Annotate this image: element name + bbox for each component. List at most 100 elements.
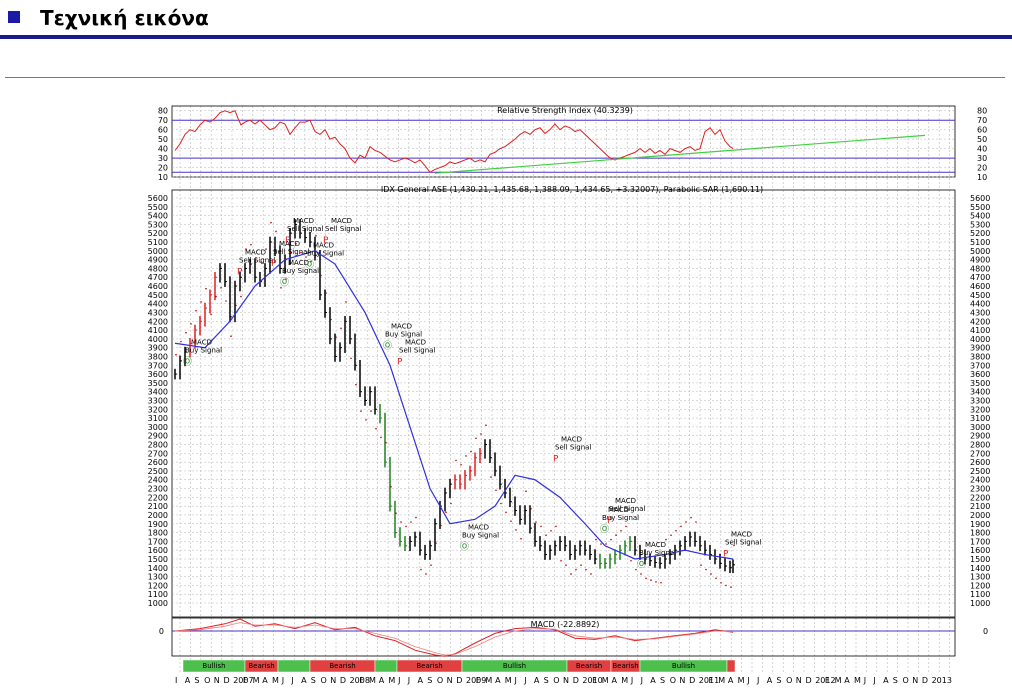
price-tick-left: 2900 (148, 432, 168, 441)
x-tick-label: J (872, 676, 875, 685)
annotation-label: Buy Signal (462, 531, 499, 539)
price-tick-left: 1800 (148, 529, 168, 538)
sell-marker: P (323, 236, 329, 246)
price-tick-right: 5100 (970, 238, 990, 247)
price-tick-left: 3800 (148, 352, 168, 361)
price-tick-right: 1500 (970, 555, 990, 564)
price-tick-left: 5400 (148, 212, 168, 221)
x-tick-label: D (456, 676, 462, 685)
price-tick-left: 2500 (148, 467, 168, 476)
sar-dot (205, 287, 207, 290)
rsi-tick-left: 40 (158, 145, 168, 154)
sar-dot (375, 427, 377, 430)
trend-segment-label: Bearish (416, 662, 442, 670)
sar-dot (435, 542, 437, 544)
price-tick-right: 2300 (970, 485, 990, 494)
annotation-label: MACD (645, 541, 666, 549)
price-tick-right: 3700 (970, 361, 990, 370)
sar-dot (450, 502, 452, 505)
sar-dot (410, 521, 412, 523)
buy-marker: Ⓞ (305, 260, 314, 271)
sar-dot (480, 433, 482, 435)
sar-dot (680, 525, 682, 528)
sar-dot (335, 336, 337, 338)
sar-dot (695, 521, 697, 523)
x-tick-label: A (418, 676, 424, 685)
price-tick-right: 1300 (970, 573, 990, 582)
sar-dot (575, 568, 577, 571)
sar-dot (595, 538, 597, 541)
annotation-label: Sell Signal (725, 538, 761, 546)
price-tick-right: 3800 (970, 352, 990, 361)
price-tick-left: 3600 (148, 370, 168, 379)
sar-dot (385, 441, 387, 444)
macd-tick-left: 0 (159, 627, 164, 636)
rsi-tick-left: 20 (158, 164, 168, 173)
sar-dot (430, 564, 432, 566)
sar-dot (240, 295, 242, 298)
price-tick-right: 1600 (970, 546, 990, 555)
price-tick-right: 4500 (970, 291, 990, 300)
x-tick-label: S (660, 676, 665, 685)
price-tick-right: 5600 (970, 194, 990, 203)
annotation-label: MACD (191, 338, 212, 346)
sar-dot (670, 534, 672, 537)
x-tick-label: M (738, 676, 745, 685)
annotation-label: Sell Signal (325, 225, 361, 233)
rsi-label: Relative Strength Index (40.3239) (497, 106, 633, 115)
sar-dot (485, 424, 487, 426)
rsi-tick-right: 50 (977, 135, 987, 144)
price-tick-left: 5500 (148, 203, 168, 212)
price-tick-left: 3900 (148, 344, 168, 353)
sar-dot (350, 357, 352, 360)
rsi-tick-left: 10 (158, 173, 168, 182)
sar-dot (200, 301, 202, 303)
sar-dot (210, 313, 212, 316)
price-tick-right: 3300 (970, 397, 990, 406)
x-tick-label: F (476, 676, 481, 685)
sar-dot (610, 538, 612, 541)
sell-marker: P (271, 259, 277, 269)
sar-dot (550, 530, 552, 532)
price-tick-left: 5000 (148, 247, 168, 256)
x-tick-label: M (505, 676, 512, 685)
sar-dot (690, 516, 692, 519)
sar-dot (475, 437, 477, 440)
buy-marker: Ⓞ (183, 356, 192, 367)
price-tick-left: 1900 (148, 520, 168, 529)
x-tick-label: M (718, 676, 725, 685)
buy-marker: Ⓞ (460, 541, 469, 552)
price-tick-right: 3000 (970, 423, 990, 432)
price-tick-right: 4600 (970, 282, 990, 291)
price-tick-left: 2400 (148, 476, 168, 485)
sar-dot (505, 511, 507, 514)
sar-dot (320, 274, 322, 277)
price-tick-left: 1400 (148, 564, 168, 573)
x-tick-label: A (650, 676, 656, 685)
sar-dot (655, 581, 657, 583)
annotation-label: MACD (405, 338, 426, 346)
sar-dot (510, 520, 512, 522)
sar-dot (585, 568, 587, 571)
sar-dot (700, 564, 702, 566)
price-tick-left: 1200 (148, 581, 168, 590)
x-tick-label: J (407, 676, 410, 685)
price-tick-right: 4200 (970, 317, 990, 326)
price-tick-left: 1300 (148, 573, 168, 582)
rsi-tick-right: 70 (977, 116, 987, 125)
sar-dot (650, 579, 652, 581)
sar-dot (660, 581, 662, 584)
sar-dot (315, 235, 317, 237)
x-tick-label: O (786, 676, 792, 685)
moving-average-line (174, 250, 734, 560)
x-tick-label: A (883, 676, 889, 685)
x-tick-label: D (573, 676, 579, 685)
x-tick-label: O (321, 676, 327, 685)
price-tick-left: 3100 (148, 414, 168, 423)
price-tick-left: 3500 (148, 379, 168, 388)
sar-dot (355, 383, 357, 386)
x-tick-label: M (621, 676, 628, 685)
sar-dot (275, 230, 277, 233)
sar-dot (190, 323, 192, 325)
sar-dot (730, 586, 732, 588)
